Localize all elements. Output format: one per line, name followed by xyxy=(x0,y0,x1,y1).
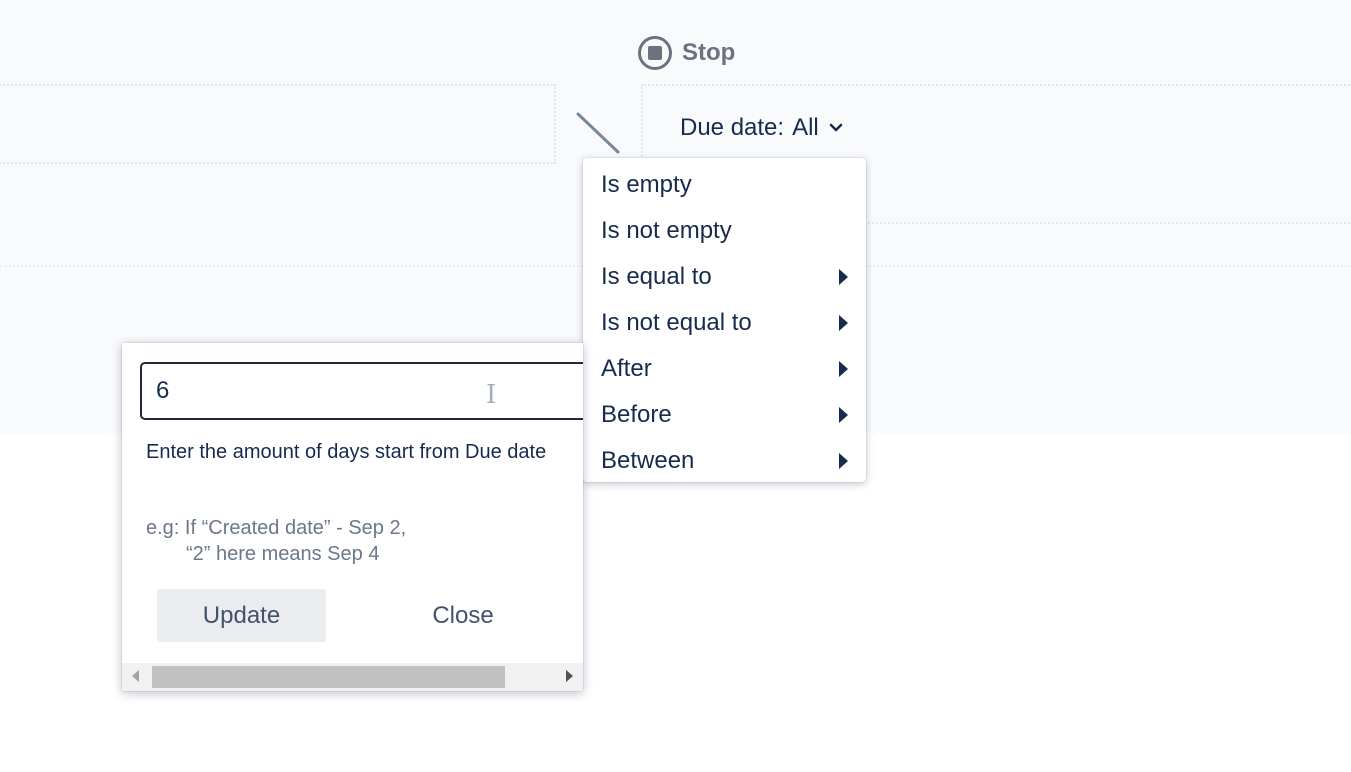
stop-node[interactable]: Stop xyxy=(638,36,735,70)
menu-item-label: Is not equal to xyxy=(601,309,752,336)
condition-menu: Is empty Is not empty Is equal to Is not… xyxy=(583,158,866,482)
menu-item-after[interactable]: After xyxy=(583,346,866,392)
days-input[interactable] xyxy=(140,362,583,420)
example-line-1: e.g: If “Created date” - Sep 2, xyxy=(146,517,407,539)
example-line-2: “2” here means Sep 4 xyxy=(186,543,380,565)
due-date-value: All xyxy=(792,114,819,141)
submenu-arrow-icon xyxy=(839,315,848,331)
text-cursor-icon: I xyxy=(486,380,497,410)
close-button[interactable]: Close xyxy=(388,589,538,642)
menu-item-label: After xyxy=(601,355,652,382)
menu-item-between[interactable]: Between xyxy=(583,438,866,484)
update-button[interactable]: Update xyxy=(157,589,326,642)
submenu-arrow-icon xyxy=(839,453,848,469)
scroll-left-icon[interactable] xyxy=(132,670,139,682)
menu-item-label: Before xyxy=(601,401,672,428)
workflow-node-placeholder xyxy=(0,84,556,164)
menu-item-label: Between xyxy=(601,447,695,474)
submenu-arrow-icon xyxy=(839,269,848,285)
menu-item-label: Is empty xyxy=(601,171,692,198)
submenu-arrow-icon xyxy=(839,407,848,423)
menu-item-before[interactable]: Before xyxy=(583,392,866,438)
due-date-label: Due date: xyxy=(680,114,785,141)
menu-item-is-equal-to[interactable]: Is equal to xyxy=(583,254,866,300)
submenu-arrow-icon xyxy=(839,361,848,377)
menu-item-label: Is not empty xyxy=(601,217,732,244)
menu-item-is-not-equal-to[interactable]: Is not equal to xyxy=(583,300,866,346)
scrollbar-thumb[interactable] xyxy=(152,666,505,688)
stop-icon xyxy=(638,36,672,70)
stop-label: Stop xyxy=(682,39,736,66)
menu-item-is-empty[interactable]: Is empty xyxy=(583,162,866,208)
scroll-right-icon[interactable] xyxy=(566,670,573,682)
menu-item-label: Is equal to xyxy=(601,263,712,290)
horizontal-scrollbar[interactable] xyxy=(122,663,583,691)
chevron-down-icon xyxy=(829,123,842,132)
due-date-filter[interactable]: Due date: All xyxy=(680,114,845,142)
example-text: e.g: If “Created date” - Sep 2, “2” here… xyxy=(146,515,566,567)
days-popup: I Enter the amount of days start from Du… xyxy=(122,343,583,691)
help-text: Enter the amount of days start from Due … xyxy=(146,441,547,463)
menu-item-is-not-empty[interactable]: Is not empty xyxy=(583,208,866,254)
